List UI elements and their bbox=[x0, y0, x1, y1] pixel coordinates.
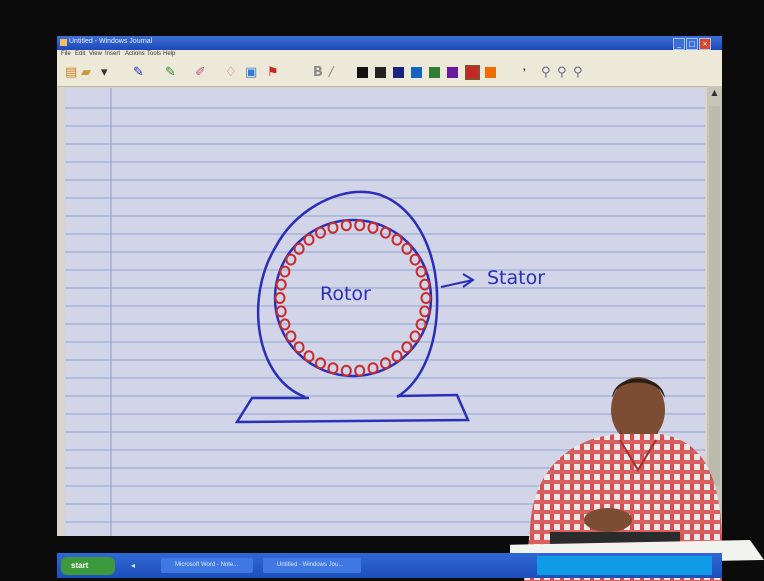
pen-icon[interactable]: ✎ bbox=[133, 66, 144, 80]
menu-help[interactable]: Help bbox=[163, 51, 175, 57]
open-icon[interactable]: ▰ bbox=[81, 66, 91, 80]
stator-coil bbox=[401, 341, 413, 354]
menu-actions[interactable]: Actions bbox=[125, 51, 145, 57]
stator-coil bbox=[419, 305, 431, 318]
bold-icon[interactable]: B bbox=[313, 66, 323, 80]
eraser-icon[interactable]: ✐ bbox=[195, 66, 206, 80]
taskbar-item-journal[interactable]: Untitled - Windows Jou... bbox=[263, 558, 361, 573]
dropdown-icon[interactable]: ▾ bbox=[101, 66, 108, 80]
more-icon[interactable]: ❜ bbox=[523, 66, 526, 80]
insert-space-icon[interactable]: ▣ bbox=[245, 66, 257, 80]
color-swatch-green[interactable] bbox=[429, 67, 440, 78]
zoom-icon[interactable]: ⚲ bbox=[541, 66, 551, 80]
minimize-button[interactable]: _ bbox=[673, 38, 685, 50]
stator-coil bbox=[340, 219, 352, 232]
stator-coil bbox=[315, 226, 326, 239]
color-swatch-red[interactable] bbox=[465, 65, 480, 80]
stator-coil bbox=[380, 226, 391, 239]
window-title: Untitled - Windows Journal bbox=[69, 38, 153, 45]
zoom-in-icon[interactable]: ⚲ bbox=[557, 66, 567, 80]
stator-coil bbox=[354, 364, 366, 377]
stator-coil bbox=[354, 219, 366, 232]
color-swatch-orange[interactable] bbox=[485, 67, 496, 78]
menu-bar: File Edit View Insert Actions Tools Help bbox=[57, 50, 722, 60]
start-button[interactable]: start bbox=[61, 557, 115, 575]
stator-coil bbox=[415, 265, 427, 278]
scroll-up-icon[interactable]: ▲ bbox=[709, 88, 720, 100]
maximize-button[interactable]: □ bbox=[686, 38, 698, 50]
new-page-icon[interactable]: ▤ bbox=[65, 66, 77, 80]
stator-coil bbox=[391, 233, 403, 246]
taskbar: start ◂ Microsoft Word - Note... Untitle… bbox=[57, 553, 722, 578]
quick-launch-icon[interactable]: ◂ bbox=[131, 561, 135, 570]
stator-coil bbox=[303, 233, 315, 246]
title-bar[interactable]: Untitled - Windows Journal _ □ × bbox=[57, 36, 722, 50]
taskbar-item-word[interactable]: Microsoft Word - Note... bbox=[161, 558, 253, 573]
stator-coil bbox=[285, 330, 297, 343]
lasso-icon[interactable]: ♢ bbox=[225, 66, 237, 80]
toolbar: ▤ ▰ ▾ ✎ ✎ ✐ ♢ ▣ ⚑ B / ❜ ⚲ ⚲ ⚲ bbox=[57, 60, 722, 87]
stator-label: Stator bbox=[487, 267, 545, 289]
machine-base bbox=[234, 393, 470, 424]
rotor-label: Rotor bbox=[320, 283, 371, 305]
stator-coil bbox=[409, 330, 421, 343]
highlighter-icon[interactable]: ✎ bbox=[165, 66, 176, 80]
app-icon bbox=[60, 39, 67, 46]
menu-insert[interactable]: Insert bbox=[105, 51, 120, 57]
stator-coil bbox=[293, 341, 305, 354]
color-swatch-dark[interactable] bbox=[375, 67, 386, 78]
presenter-hands bbox=[584, 508, 632, 532]
video-frame: Untitled - Windows Journal _ □ × File Ed… bbox=[0, 0, 764, 581]
close-button[interactable]: × bbox=[699, 38, 711, 50]
stator-coil bbox=[285, 253, 297, 266]
color-swatch-navy[interactable] bbox=[393, 67, 404, 78]
stator-coil bbox=[279, 265, 291, 278]
menu-edit[interactable]: Edit bbox=[75, 51, 85, 57]
stator-coil bbox=[367, 221, 379, 234]
flag-icon[interactable]: ⚑ bbox=[267, 66, 279, 80]
stator-coil bbox=[327, 362, 339, 375]
stator-coil bbox=[367, 362, 379, 375]
color-swatch-blue[interactable] bbox=[411, 67, 422, 78]
stator-coil bbox=[420, 292, 432, 304]
zoom-out-icon[interactable]: ⚲ bbox=[573, 66, 583, 80]
color-swatch-purple[interactable] bbox=[447, 67, 458, 78]
menu-file[interactable]: File bbox=[61, 51, 71, 57]
presenter bbox=[510, 377, 764, 581]
stator-coil bbox=[327, 221, 339, 234]
stator-coil bbox=[274, 292, 286, 304]
system-tray bbox=[537, 556, 712, 575]
menu-tools[interactable]: Tools bbox=[147, 51, 161, 57]
stator-coil bbox=[409, 253, 421, 266]
stator-coil bbox=[340, 364, 352, 377]
italic-icon[interactable]: / bbox=[329, 66, 333, 80]
menu-view[interactable]: View bbox=[89, 51, 102, 57]
color-swatch-black[interactable] bbox=[357, 67, 368, 78]
stator-coil bbox=[275, 305, 287, 318]
